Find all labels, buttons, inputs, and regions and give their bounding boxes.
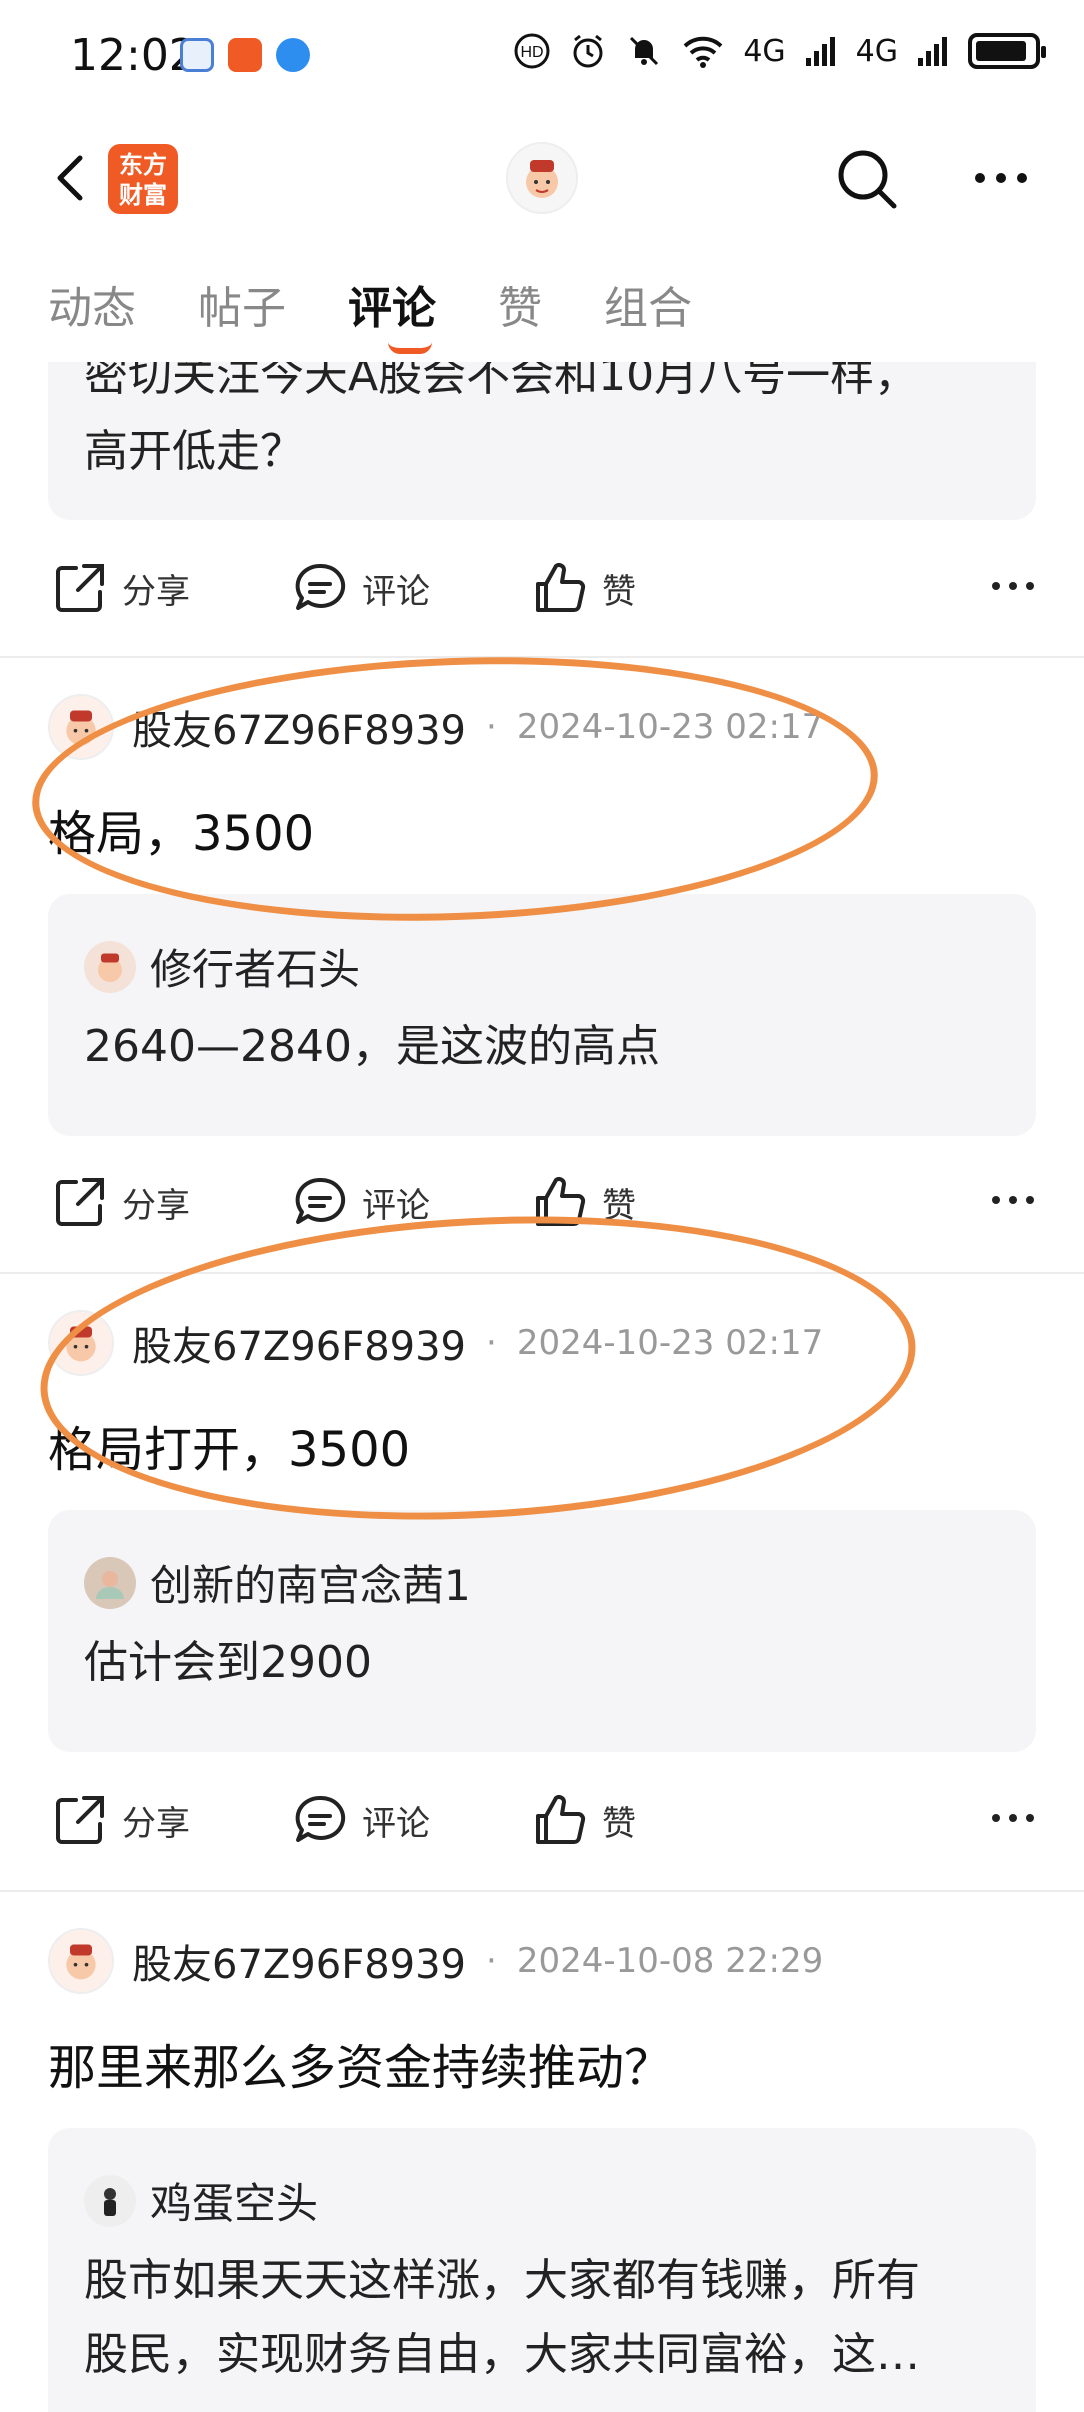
share-icon	[56, 1178, 104, 1226]
comment-button[interactable]: 评论	[292, 560, 430, 616]
orange-app-icon	[228, 38, 262, 72]
author-name[interactable]: 股友67Z96F8939	[132, 1932, 466, 1990]
alarm-icon	[573, 34, 603, 68]
separator: ·	[486, 1941, 497, 1981]
annotation-ellipse	[32, 1195, 924, 1541]
comment-feed: 密切关注今天A股会不会和10月八号一样， 高开低走？ 分享 评论 赞 股友67Z…	[0, 362, 1084, 2412]
logo-line1: 东方	[119, 151, 167, 179]
logo-line2: 财富	[119, 181, 167, 209]
share-label: 分享	[122, 571, 190, 612]
notification-icons	[180, 38, 310, 72]
share-button[interactable]: 分享	[52, 1792, 190, 1848]
reply-author[interactable]: 修行者石头	[150, 936, 360, 997]
like-button[interactable]: 赞	[532, 560, 636, 616]
author-avatar[interactable]	[48, 1928, 114, 1994]
top-nav-bar: 东方 财富	[0, 112, 1084, 242]
app-logo[interactable]: 东方 财富	[108, 144, 178, 214]
cloud-app-icon	[180, 38, 214, 72]
share-icon	[56, 564, 104, 612]
reply-text: 估计会到2900	[84, 1637, 372, 1688]
reply-avatar	[84, 2174, 136, 2227]
comment-icon	[295, 563, 346, 610]
more-icon[interactable]	[988, 1798, 1038, 1838]
tab-likes[interactable]: 赞	[498, 272, 542, 336]
hd-icon: HD	[514, 33, 550, 69]
share-label: 分享	[122, 1803, 190, 1844]
status-bar: 12:02 HD 4G 4G	[0, 0, 1084, 112]
reply-header: 创新的南宫念茜1	[84, 1552, 471, 1613]
tab-comments[interactable]: 评论	[348, 272, 436, 336]
reply-header: 鸡蛋空头	[84, 2170, 318, 2231]
post-actions: 分享 评论 赞	[0, 1774, 1084, 1864]
search-icon[interactable]	[832, 144, 902, 214]
like-label: 赞	[602, 571, 636, 612]
battery-icon	[968, 33, 1046, 69]
wifi-icon	[683, 36, 723, 68]
quoted-post-line1: 密切关注今天A股会不会和10月八号一样，	[84, 362, 919, 401]
reply-author[interactable]: 创新的南宫念茜1	[150, 1552, 471, 1613]
reply-text-line1: 股市如果天天这样涨，大家都有钱赚，所有	[84, 2255, 920, 2306]
thumbs-up-icon	[536, 1795, 586, 1844]
comment-button[interactable]: 评论	[292, 1174, 430, 1230]
share-button[interactable]: 分享	[52, 560, 190, 616]
divider	[0, 1890, 1084, 1892]
comment-icon	[295, 1177, 346, 1224]
tab-dynamic[interactable]: 动态	[48, 272, 136, 336]
annotation-ellipse	[27, 643, 883, 935]
more-options-icon[interactable]	[966, 148, 1036, 208]
user-avatar[interactable]	[506, 142, 578, 214]
reply-text: 2640—2840，是这波的高点	[84, 1021, 660, 1072]
like-label: 赞	[602, 1803, 636, 1844]
comment-label: 评论	[362, 571, 430, 612]
signal-icon-2	[918, 37, 947, 66]
fortune-god-avatar-icon	[66, 1944, 96, 1980]
comment-text[interactable]: 那里来那么多资金持续推动？	[48, 2028, 672, 2098]
post-actions: 分享 评论 赞	[0, 542, 1084, 632]
profile-tabs: 动态 帖子 评论 赞 组合	[0, 262, 1084, 362]
tab-portfolio[interactable]: 组合	[604, 272, 692, 336]
tab-posts[interactable]: 帖子	[198, 272, 286, 336]
reply-header: 修行者石头	[84, 936, 360, 997]
share-icon	[56, 1796, 104, 1844]
photo-avatar-icon	[96, 1570, 124, 1599]
globe-app-icon	[276, 38, 310, 72]
reply-box[interactable]: 修行者石头 2640—2840，是这波的高点	[48, 894, 1036, 1136]
like-button[interactable]: 赞	[532, 1792, 636, 1848]
fortune-god-avatar-icon	[98, 953, 122, 982]
reply-avatar	[84, 940, 136, 993]
reply-author[interactable]: 鸡蛋空头	[150, 2170, 318, 2231]
status-time: 12:02	[70, 30, 197, 81]
reply-avatar	[84, 1556, 136, 1609]
more-icon[interactable]	[988, 1180, 1038, 1220]
reply-box[interactable]: 创新的南宫念茜1 估计会到2900	[48, 1510, 1036, 1752]
network-4g-2: 4G	[855, 33, 898, 69]
reply-box[interactable]: 鸡蛋空头 股市如果天天这样涨，大家都有钱赚，所有 股民，实现财务自由，大家共同富…	[48, 2128, 1036, 2412]
active-tab-indicator	[388, 342, 432, 354]
quoted-post-line2: 高开低走？	[84, 426, 304, 477]
signal-icon-1	[805, 37, 835, 66]
comment-button[interactable]: 评论	[292, 1792, 430, 1848]
status-right-icons: HD 4G 4G	[513, 32, 1046, 70]
back-arrow-icon[interactable]	[44, 148, 104, 208]
comment-label: 评论	[362, 1185, 430, 1226]
quoted-post-box[interactable]: 密切关注今天A股会不会和10月八号一样， 高开低走？	[48, 362, 1036, 520]
comment-label: 评论	[362, 1803, 430, 1844]
more-icon[interactable]	[988, 566, 1038, 606]
reply-text-line2: 股民，实现财务自由，大家共同富裕，这…	[84, 2329, 920, 2380]
post-header: 股友67Z96F8939 · 2024-10-08 22:29	[48, 1928, 823, 1994]
svg-text:HD: HD	[521, 44, 544, 61]
share-label: 分享	[122, 1185, 190, 1226]
post-date: 2024-10-08 22:29	[516, 1941, 824, 1981]
fortune-god-avatar-icon	[526, 160, 558, 198]
person-avatar-icon	[104, 2187, 116, 2216]
share-button[interactable]: 分享	[52, 1174, 190, 1230]
mute-bell-icon	[630, 36, 659, 66]
thumbs-up-icon	[536, 563, 586, 612]
comment-icon	[295, 1795, 346, 1842]
network-4g-1: 4G	[743, 33, 786, 69]
